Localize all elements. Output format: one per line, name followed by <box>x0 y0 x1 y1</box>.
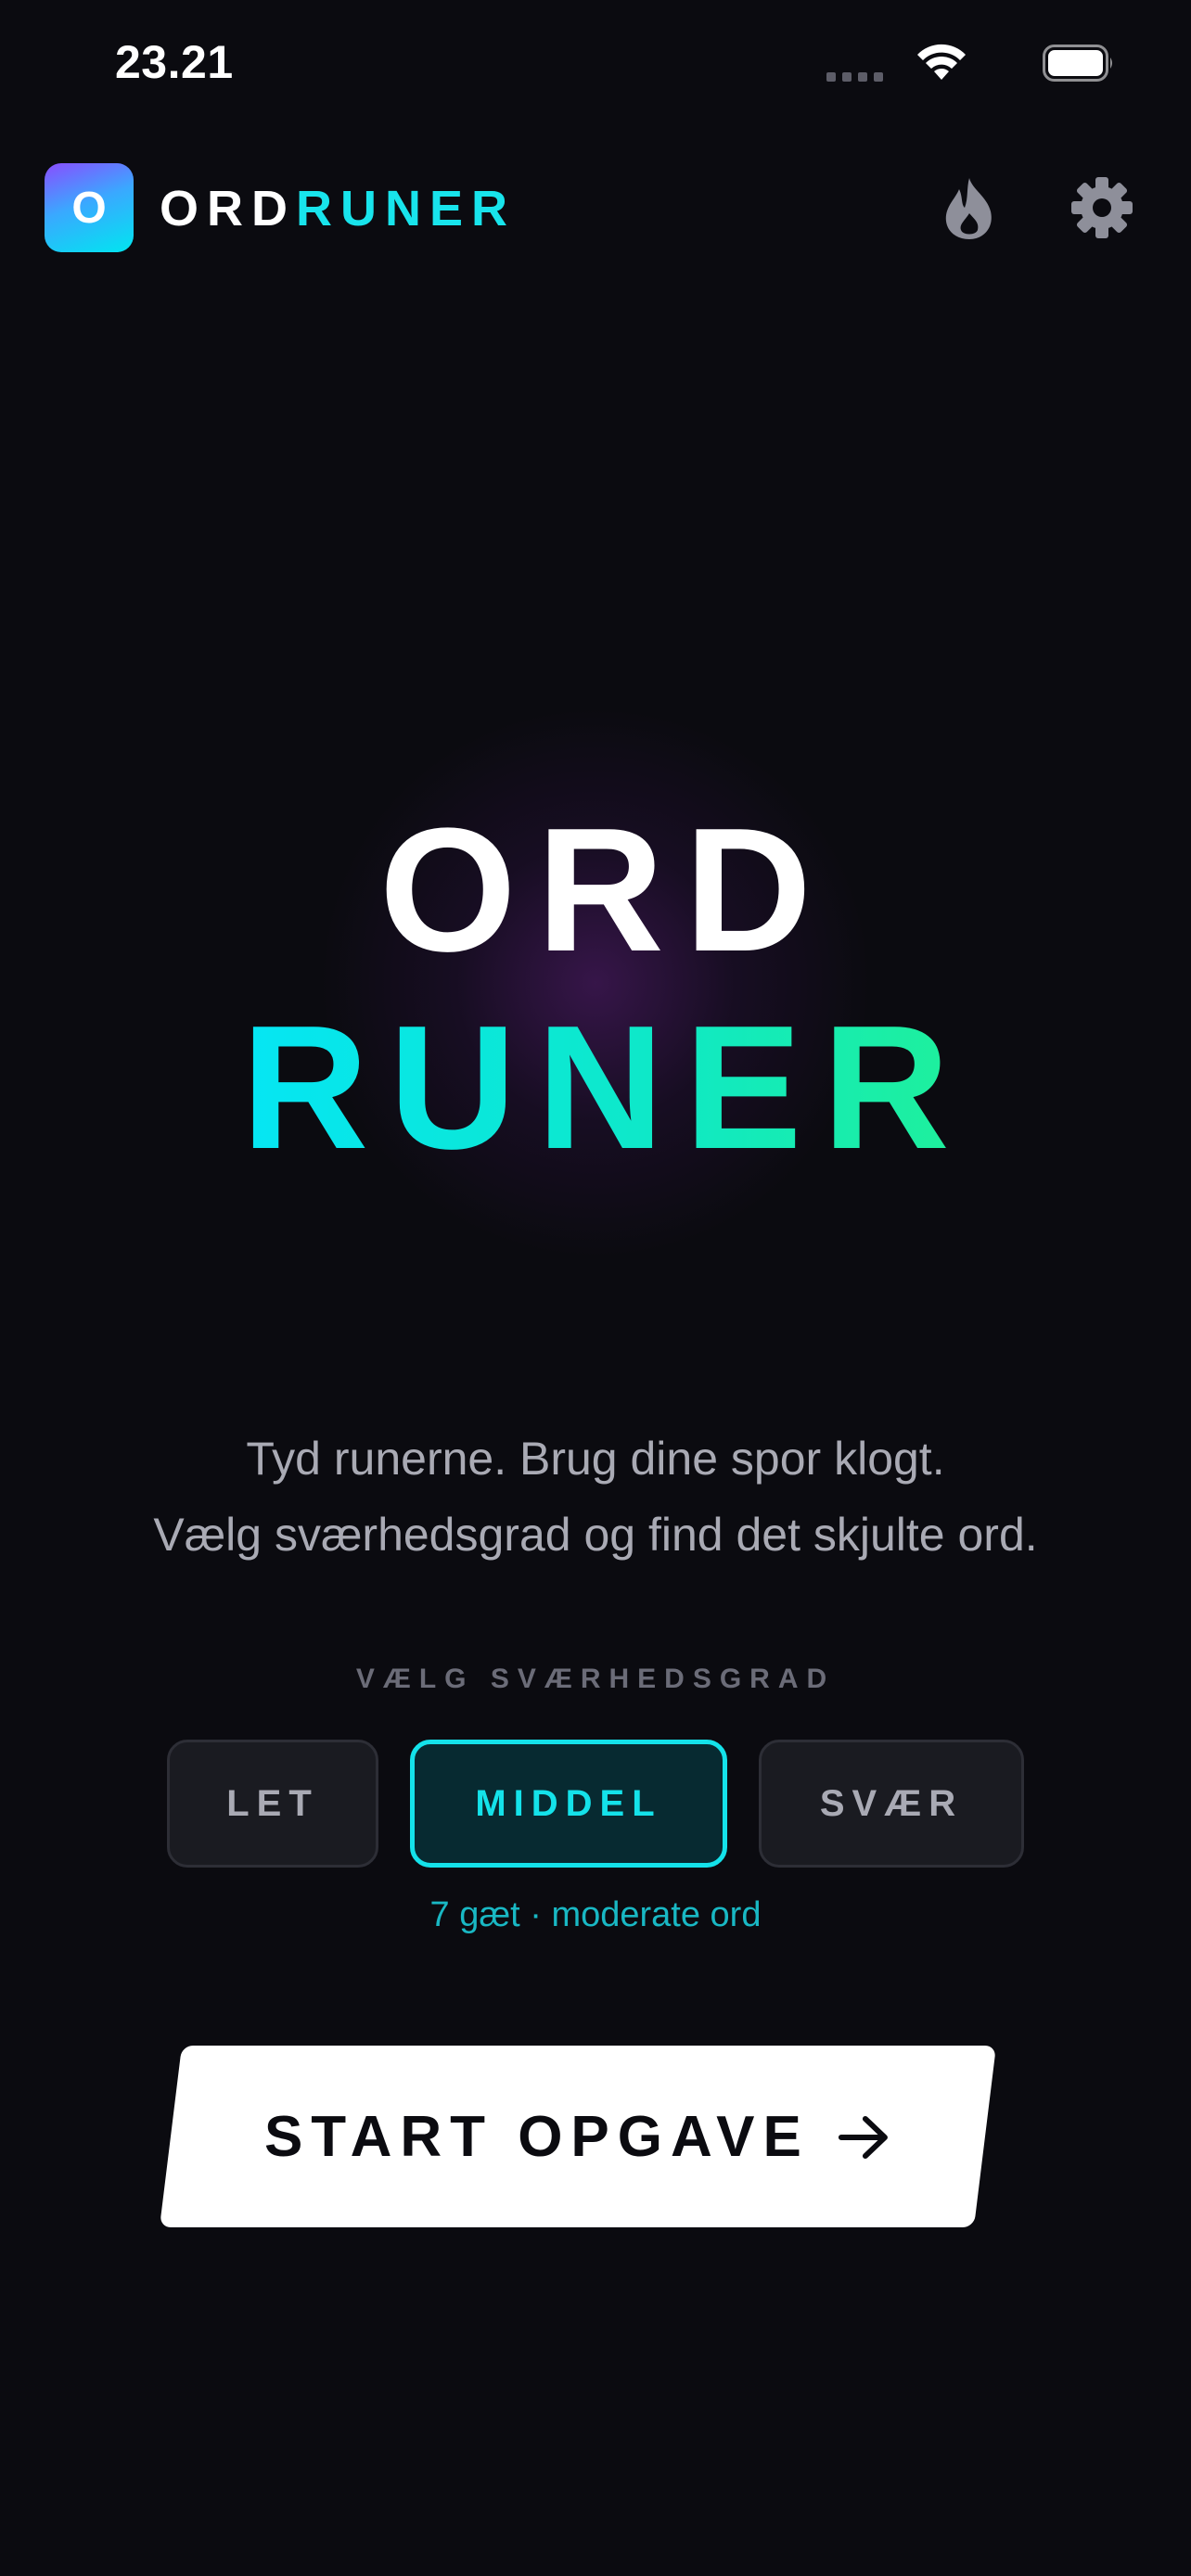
difficulty-easy-button[interactable]: LET <box>167 1740 378 1868</box>
gear-icon <box>1071 177 1133 238</box>
wifi-icon <box>917 44 966 80</box>
streak-button[interactable] <box>939 176 1000 241</box>
difficulty-medium-button[interactable]: MIDDEL <box>410 1740 727 1868</box>
tagline-line1: Tyd runerne. Brug dine spor klogt. <box>246 1433 945 1485</box>
start-button[interactable]: START OPGAVE <box>159 2046 997 2227</box>
difficulty-label: VÆLG SVÆRHEDSGRAD <box>355 1664 836 1694</box>
cellular-signal-icon <box>826 72 883 82</box>
settings-button[interactable] <box>1070 176 1133 239</box>
flame-icon <box>945 178 992 239</box>
tagline-line2: Vælg sværhedsgrad og find det skjulte or… <box>153 1509 1038 1561</box>
app-logo: O <box>45 163 134 252</box>
arrow-right-icon <box>838 2115 888 2158</box>
difficulty-hard-button[interactable]: SVÆR <box>759 1740 1024 1868</box>
hero-title-line1: ORD <box>378 792 833 988</box>
logo-letter: O <box>71 183 107 233</box>
brand-title-part2: RUNER <box>296 181 517 236</box>
battery-icon <box>1043 45 1112 82</box>
brand-title: ORDRUNER <box>160 176 516 241</box>
hero-title-line2-text: RUNER <box>241 989 970 1186</box>
hero-title-line2: RUNER <box>0 1000 1191 1176</box>
brand-title-part1: ORD <box>160 181 296 236</box>
difficulty-hint: 7 gæt · moderate ord <box>429 1895 762 1934</box>
start-button-label: START OPGAVE <box>264 2104 810 2169</box>
app-screen: 23.21 O ORDRUNER ORD RUNER Tyd runerne. … <box>0 0 1191 2576</box>
status-time: 23.21 <box>115 36 234 88</box>
